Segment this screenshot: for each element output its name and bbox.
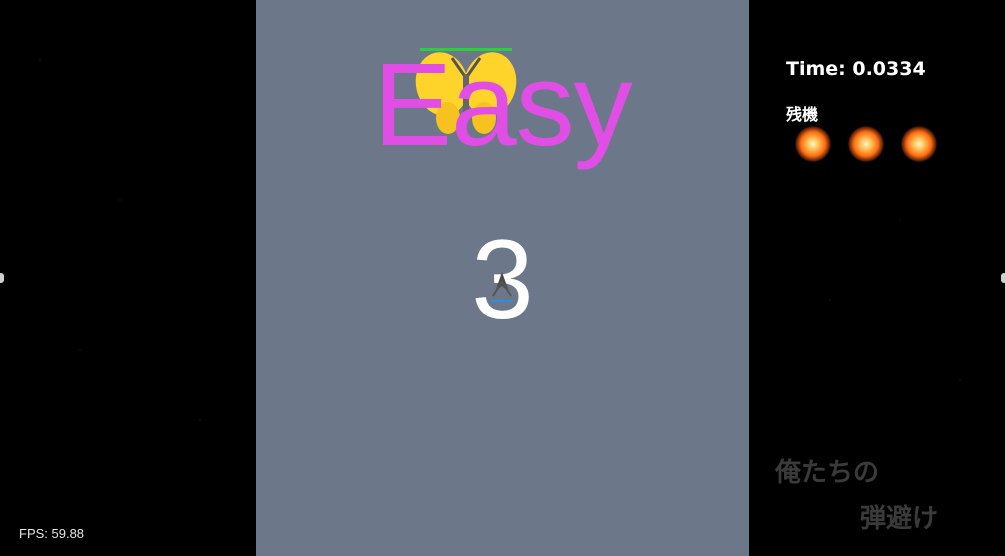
lives-label: 残機 (786, 105, 819, 124)
player-bar (491, 300, 513, 302)
fps-counter: FPS: 59.88 (19, 526, 85, 541)
logo-line-1: 俺たちの (775, 458, 880, 488)
logo-line-2: 弾避け (860, 504, 939, 534)
right-edge-marker (1001, 273, 1005, 283)
fireball-icon (901, 126, 937, 162)
left-edge-marker (0, 273, 4, 283)
lives-indicator (795, 126, 937, 162)
difficulty-label: Easy (373, 39, 632, 171)
game-screen: Easy 3 Time: 0.0334 残機 俺たちの 弾避け FPS: 59.… (0, 0, 1005, 556)
ship-icon (491, 272, 513, 302)
fireball-icon (795, 126, 831, 162)
game-logo: 俺たちの 弾避け (775, 450, 938, 542)
playfield[interactable]: Easy 3 (256, 0, 749, 556)
fireball-icon (848, 126, 884, 162)
time-display: Time: 0.0334 (786, 58, 926, 80)
